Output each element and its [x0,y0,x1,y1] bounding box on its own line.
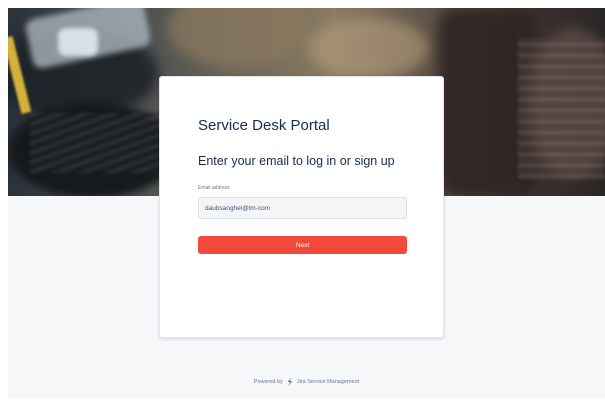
page-title: Service Desk Portal [198,117,330,134]
login-heading: Enter your email to log in or sign up [198,154,395,168]
powered-by-text: Powered by [253,379,283,385]
login-card: Service Desk Portal Enter your email to … [159,76,444,338]
page: Powered by Jira Service Management Servi… [0,0,605,405]
email-field[interactable] [198,197,407,219]
bolt-icon [286,378,294,386]
powered-by-footer: Powered by Jira Service Management [8,378,605,386]
product-name: Jira Service Management [296,379,360,385]
next-button[interactable]: Next [198,236,407,254]
email-label: Email address [198,185,230,191]
